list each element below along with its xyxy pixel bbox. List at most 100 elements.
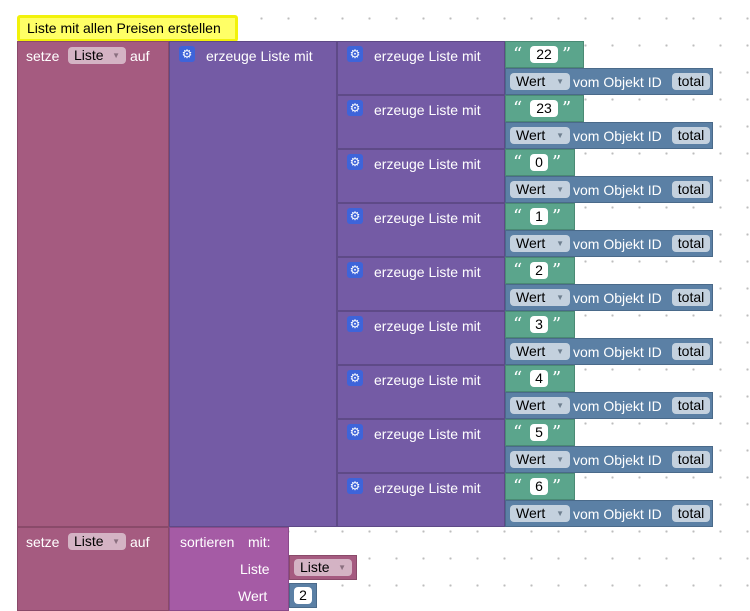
text-block[interactable]: “ 23” <box>505 95 584 122</box>
object-value-block[interactable]: Wert ▼ vom Objekt ID total <box>505 446 713 473</box>
gear-icon[interactable]: ⚙ <box>347 478 363 494</box>
object-value-block[interactable]: Wert ▼ vom Objekt ID total <box>505 68 713 95</box>
text-field[interactable]: 22 <box>530 46 558 63</box>
chevron-down-icon: ▼ <box>338 563 346 572</box>
text-block[interactable]: “ 2” <box>505 257 575 284</box>
variable-dropdown[interactable]: Liste ▼ <box>294 559 352 576</box>
object-field[interactable]: total <box>672 181 710 198</box>
object-value-block[interactable]: Wert ▼ vom Objekt ID total <box>505 284 713 311</box>
wert-dropdown[interactable]: Wert ▼ <box>510 289 570 306</box>
object-value-block[interactable]: Wert ▼ vom Objekt ID total <box>505 122 713 149</box>
number-block[interactable]: 2 <box>289 583 317 608</box>
gear-icon[interactable]: ⚙ <box>347 208 363 224</box>
text-field[interactable]: 23 <box>530 100 558 117</box>
chevron-down-icon: ▼ <box>556 401 564 410</box>
wert-param-label: Wert <box>238 588 268 604</box>
wert-dropdown[interactable]: Wert ▼ <box>510 505 570 522</box>
create-list-block-inner[interactable]: ⚙ erzeuge Liste mit <box>337 203 505 257</box>
text-block[interactable]: “ 22” <box>505 41 584 68</box>
close-quote-icon: ” <box>552 260 562 281</box>
wert-label: Wert <box>516 397 546 413</box>
object-value-block[interactable]: Wert ▼ vom Objekt ID total <box>505 392 713 419</box>
object-field[interactable]: total <box>672 289 710 306</box>
close-quote-icon: ” <box>552 422 562 443</box>
comment-text: Liste mit allen Preisen erstellen <box>27 20 221 36</box>
create-list-block-inner[interactable]: ⚙ erzeuge Liste mit <box>337 257 505 311</box>
object-field[interactable]: total <box>672 73 710 90</box>
sortieren-label: sortieren <box>180 534 235 550</box>
gear-icon[interactable]: ⚙ <box>347 100 363 116</box>
object-id-label: vom Objekt ID <box>573 290 662 306</box>
variable-dropdown[interactable]: Liste ▼ <box>68 533 126 550</box>
text-block[interactable]: “ 6” <box>505 473 575 500</box>
create-list-block-inner[interactable]: ⚙ erzeuge Liste mit <box>337 365 505 419</box>
object-field[interactable]: total <box>672 127 710 144</box>
text-field[interactable]: 0 <box>530 154 548 171</box>
text-block[interactable]: “ 1” <box>505 203 575 230</box>
chevron-down-icon: ▼ <box>556 185 564 194</box>
wert-label: Wert <box>516 235 546 251</box>
set-variable-block-1[interactable]: setze Liste ▼ auf <box>17 41 169 527</box>
number-field[interactable]: 2 <box>294 587 312 604</box>
gear-icon[interactable]: ⚙ <box>347 370 363 386</box>
close-quote-icon: ” <box>562 98 572 119</box>
object-value-block[interactable]: Wert ▼ vom Objekt ID total <box>505 500 713 527</box>
text-block[interactable]: “ 3” <box>505 311 575 338</box>
object-id-label: vom Objekt ID <box>573 506 662 522</box>
object-id-label: vom Objekt ID <box>573 452 662 468</box>
variable-dropdown[interactable]: Liste ▼ <box>68 47 126 64</box>
create-list-block-inner[interactable]: ⚙ erzeuge Liste mit <box>337 95 505 149</box>
wert-dropdown[interactable]: Wert ▼ <box>510 127 570 144</box>
wert-dropdown[interactable]: Wert ▼ <box>510 73 570 90</box>
open-quote-icon: “ <box>513 476 523 497</box>
create-list-block-inner[interactable]: ⚙ erzeuge Liste mit <box>337 473 505 527</box>
gear-icon[interactable]: ⚙ <box>347 46 363 62</box>
object-field[interactable]: total <box>672 397 710 414</box>
text-field[interactable]: 5 <box>530 424 548 441</box>
create-list-block-inner[interactable]: ⚙ erzeuge Liste mit <box>337 311 505 365</box>
text-field[interactable]: 3 <box>530 316 548 333</box>
wert-dropdown[interactable]: Wert ▼ <box>510 235 570 252</box>
text-field[interactable]: 4 <box>530 370 548 387</box>
create-list-block-outer[interactable]: ⚙ erzeuge Liste mit <box>169 41 337 527</box>
set-variable-block-2[interactable]: setze Liste ▼ auf <box>17 527 169 611</box>
wert-label: Wert <box>516 451 546 467</box>
gear-icon[interactable]: ⚙ <box>347 154 363 170</box>
wert-dropdown[interactable]: Wert ▼ <box>510 343 570 360</box>
create-list-block-inner[interactable]: ⚙ erzeuge Liste mit <box>337 149 505 203</box>
text-block[interactable]: “ 4” <box>505 365 575 392</box>
object-field[interactable]: total <box>672 505 710 522</box>
text-field[interactable]: 1 <box>530 208 548 225</box>
text-field[interactable]: 2 <box>530 262 548 279</box>
wert-label: Wert <box>516 343 546 359</box>
gear-icon[interactable]: ⚙ <box>347 316 363 332</box>
gear-icon[interactable]: ⚙ <box>347 262 363 278</box>
object-value-block[interactable]: Wert ▼ vom Objekt ID total <box>505 338 713 365</box>
object-value-block[interactable]: Wert ▼ vom Objekt ID total <box>505 176 713 203</box>
create-list-label: erzeuge Liste mit <box>374 102 481 118</box>
create-list-label: erzeuge Liste mit <box>374 48 481 64</box>
comment-bubble[interactable]: Liste mit allen Preisen erstellen <box>17 15 238 42</box>
text-field[interactable]: 6 <box>530 478 548 495</box>
object-field[interactable]: total <box>672 235 710 252</box>
text-block[interactable]: “ 0” <box>505 149 575 176</box>
close-quote-icon: ” <box>552 368 562 389</box>
object-id-label: vom Objekt ID <box>573 182 662 198</box>
create-list-block-inner[interactable]: ⚙ erzeuge Liste mit <box>337 419 505 473</box>
text-block[interactable]: “ 5” <box>505 419 575 446</box>
sort-block[interactable]: sortieren mit: Liste Wert <box>169 527 289 611</box>
object-value-block[interactable]: Wert ▼ vom Objekt ID total <box>505 230 713 257</box>
gear-icon[interactable]: ⚙ <box>179 46 195 62</box>
create-list-block-inner[interactable]: ⚙ erzeuge Liste mit <box>337 41 505 95</box>
open-quote-icon: “ <box>513 314 523 335</box>
chevron-down-icon: ▼ <box>556 293 564 302</box>
object-field[interactable]: total <box>672 451 710 468</box>
wert-label: Wert <box>516 73 546 89</box>
wert-dropdown[interactable]: Wert ▼ <box>510 397 570 414</box>
object-field[interactable]: total <box>672 343 710 360</box>
gear-icon[interactable]: ⚙ <box>347 424 363 440</box>
get-variable-block[interactable]: Liste ▼ <box>289 555 357 580</box>
wert-dropdown[interactable]: Wert ▼ <box>510 181 570 198</box>
open-quote-icon: “ <box>513 152 523 173</box>
wert-dropdown[interactable]: Wert ▼ <box>510 451 570 468</box>
